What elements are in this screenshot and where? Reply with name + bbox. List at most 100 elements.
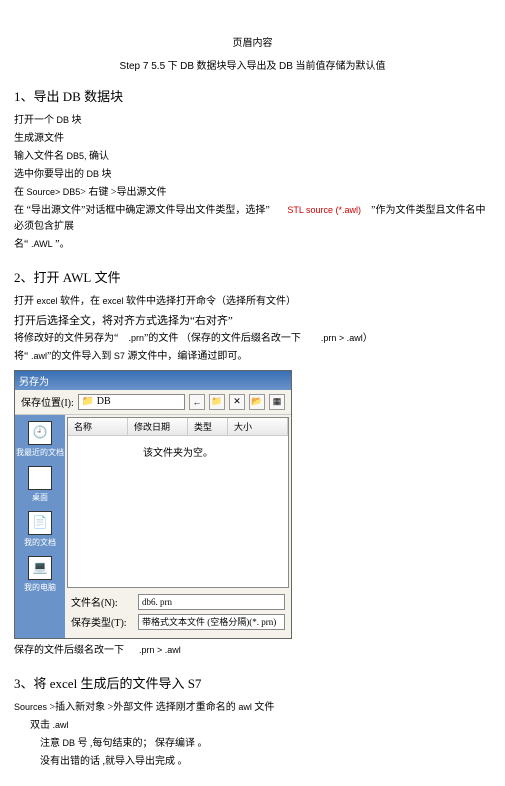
sec3-s7: S7 xyxy=(188,676,202,691)
places-mydocs[interactable]: 📄 我的文档 xyxy=(24,511,56,548)
dialog-title: 另存为 xyxy=(15,371,291,390)
t: 块 xyxy=(99,169,112,180)
empty-folder-msg: 该文件夹为空。 xyxy=(68,436,288,467)
back-icon[interactable]: ← xyxy=(189,394,205,410)
places-desktop-label: 桌面 xyxy=(32,492,48,503)
savetype-dropdown[interactable]: 带格式文本文件 (空格分隔)(*. prn) xyxy=(138,614,285,630)
stl-source-text: STL source (*.awl) xyxy=(287,205,361,215)
t: 块 xyxy=(69,115,82,126)
t: excel xyxy=(37,296,58,306)
sec1-suf: 数据块 xyxy=(81,89,123,104)
col-type[interactable]: 类型 xyxy=(188,418,228,435)
t: ”的文件 （保存的文件后缀名改一下 xyxy=(144,333,301,344)
t: ”的文件导入到 xyxy=(47,351,114,362)
sec2-awl: AWL xyxy=(63,270,92,285)
sec1-line5: 在 Source> DB5> 右键 >导出源文件 xyxy=(14,185,491,201)
t: > 右键 >导出源文件 xyxy=(80,187,166,198)
t: 打开一个 xyxy=(14,115,57,126)
save-location-value: DB xyxy=(97,396,111,407)
sec1-db: DB xyxy=(63,89,81,104)
t: .AWL xyxy=(31,239,53,249)
sec3-line2: 双击 .awl xyxy=(14,718,491,734)
sec3-line4: 没有出错的话 ,就导入导出完成 。 xyxy=(14,754,491,770)
t: ） xyxy=(363,333,373,344)
sec2-line2: 打开后选择全文，将对齐方式选择为“右对齐” xyxy=(14,312,491,331)
file-list[interactable]: 名称 修改日期 类型 大小 该文件夹为空。 xyxy=(67,417,289,588)
sec1-line1: 打开一个 DB 块 xyxy=(14,113,491,129)
t: 软件，在 xyxy=(58,296,103,307)
page-header: 页眉内容 xyxy=(14,34,491,49)
step-db1: DB xyxy=(180,61,194,72)
t: 注意 xyxy=(40,738,63,749)
sec3-line3: 注意 DB 号 ,每句结束的； 保存编译 。 xyxy=(14,736,491,752)
section2-header: 2、打开 AWL 文件 xyxy=(14,267,491,286)
t: 名“ xyxy=(14,239,31,250)
sec1-line4: 选中你要导出的 DB 块 xyxy=(14,167,491,183)
t: .prn xyxy=(128,333,144,343)
places-desktop[interactable]: 🖥桌面 xyxy=(28,466,52,503)
views-icon[interactable]: ▦ xyxy=(269,394,285,410)
sec1-line6: 在 “导出源文件”对话框中确定源文件导出文件类型，选择” STL source … xyxy=(14,203,491,235)
t: >插入新对象 >外部文件 选择刚才重命名的 xyxy=(47,702,238,713)
t: Source> DB5 xyxy=(27,187,81,197)
t: 在 xyxy=(14,187,27,198)
places-mydocs-label: 我的文档 xyxy=(24,537,56,548)
sec1-line7: 名“ .AWL ”。 xyxy=(14,237,491,253)
recent-icon: 🕘 xyxy=(28,421,52,445)
delete-icon[interactable]: ✕ xyxy=(229,394,245,410)
t: DB xyxy=(87,169,100,179)
filename-label: 文件名(N): xyxy=(71,594,133,609)
t: .prn > .awl xyxy=(139,645,181,655)
step-suffix: 当前值存储为默认值 xyxy=(293,61,386,72)
filename-input[interactable]: db6. prn xyxy=(138,594,285,610)
sec2-line1: 打开 excel 软件，在 excel 软件中选择打开命令（选择所有文件） xyxy=(14,294,491,310)
t: DB5, xyxy=(67,151,87,161)
sec2-suf: 文件 xyxy=(91,270,120,285)
col-name[interactable]: 名称 xyxy=(68,418,128,435)
sec3-line1: Sources >插入新对象 >外部文件 选择刚才重命名的 awl 文件 xyxy=(14,700,491,716)
step-mid1: 下 xyxy=(165,61,180,72)
sec2-n: 2、打开 xyxy=(14,270,63,285)
mydocs-icon: 📄 xyxy=(28,511,52,535)
t: 软件中选择打开命令（选择所有文件） xyxy=(124,296,297,307)
places-mypc[interactable]: 💻 我的电脑 xyxy=(24,556,56,593)
t: 选中你要导出的 xyxy=(14,169,87,180)
t: S7 xyxy=(114,351,125,361)
folder-icon: 📁 xyxy=(82,396,94,407)
places-mypc-label: 我的电脑 xyxy=(24,582,56,593)
step-db2: DB xyxy=(279,61,293,72)
newfolder-icon[interactable]: 📂 xyxy=(249,394,265,410)
up-icon[interactable]: 📁 xyxy=(209,394,225,410)
col-size[interactable]: 大小 xyxy=(228,418,288,435)
t: 输入文件名 xyxy=(14,151,67,162)
places-bar: 🕘我最近的文档 🖥桌面 📄 我的文档 💻 我的电脑 xyxy=(15,415,65,638)
sec1-line2: 生成源文件 xyxy=(14,131,491,147)
step-mid2: 数据块导入导出及 xyxy=(194,61,279,72)
t: .awl xyxy=(53,720,69,730)
dialog-bottom: 文件名(N): db6. prn 保存类型(T): 带格式文本文件 (空格分隔)… xyxy=(65,590,291,638)
dialog-top-bar: 保存位置(I): 📁 DB ← 📁 ✕ 📂 ▦ xyxy=(15,390,291,415)
t: 确认 xyxy=(87,151,110,162)
t: 将修改好的文件另存为“ xyxy=(14,333,118,344)
t: awl xyxy=(238,702,252,712)
t: 将“ xyxy=(14,351,31,362)
t: excel xyxy=(103,296,124,306)
places-recent[interactable]: 🕘我最近的文档 xyxy=(16,421,64,458)
t: ”。 xyxy=(53,239,70,250)
sec3-n: 3、将 xyxy=(14,676,50,691)
col-date[interactable]: 修改日期 xyxy=(128,418,188,435)
save-location-label: 保存位置(I): xyxy=(21,394,74,409)
t: 文件 xyxy=(252,702,275,713)
save-as-dialog: 另存为 保存位置(I): 📁 DB ← 📁 ✕ 📂 ▦ 🕘我最近的文档 🖥桌面 … xyxy=(14,370,292,639)
savetype-label: 保存类型(T): xyxy=(71,614,133,629)
save-location-dropdown[interactable]: 📁 DB xyxy=(78,394,185,410)
sec1-n: 1、导出 xyxy=(14,89,63,104)
t: .prn > .awl xyxy=(321,333,363,343)
t: 在 “导出源文件”对话框中确定源文件导出文件类型，选择” xyxy=(14,205,270,216)
sec3-m: 生成后的文件导入 xyxy=(77,676,188,691)
sec3-excel: excel xyxy=(50,676,77,691)
t: DB xyxy=(63,738,76,748)
t: Sources xyxy=(14,702,47,712)
mypc-icon: 💻 xyxy=(28,556,52,580)
t: .awl xyxy=(31,351,47,361)
